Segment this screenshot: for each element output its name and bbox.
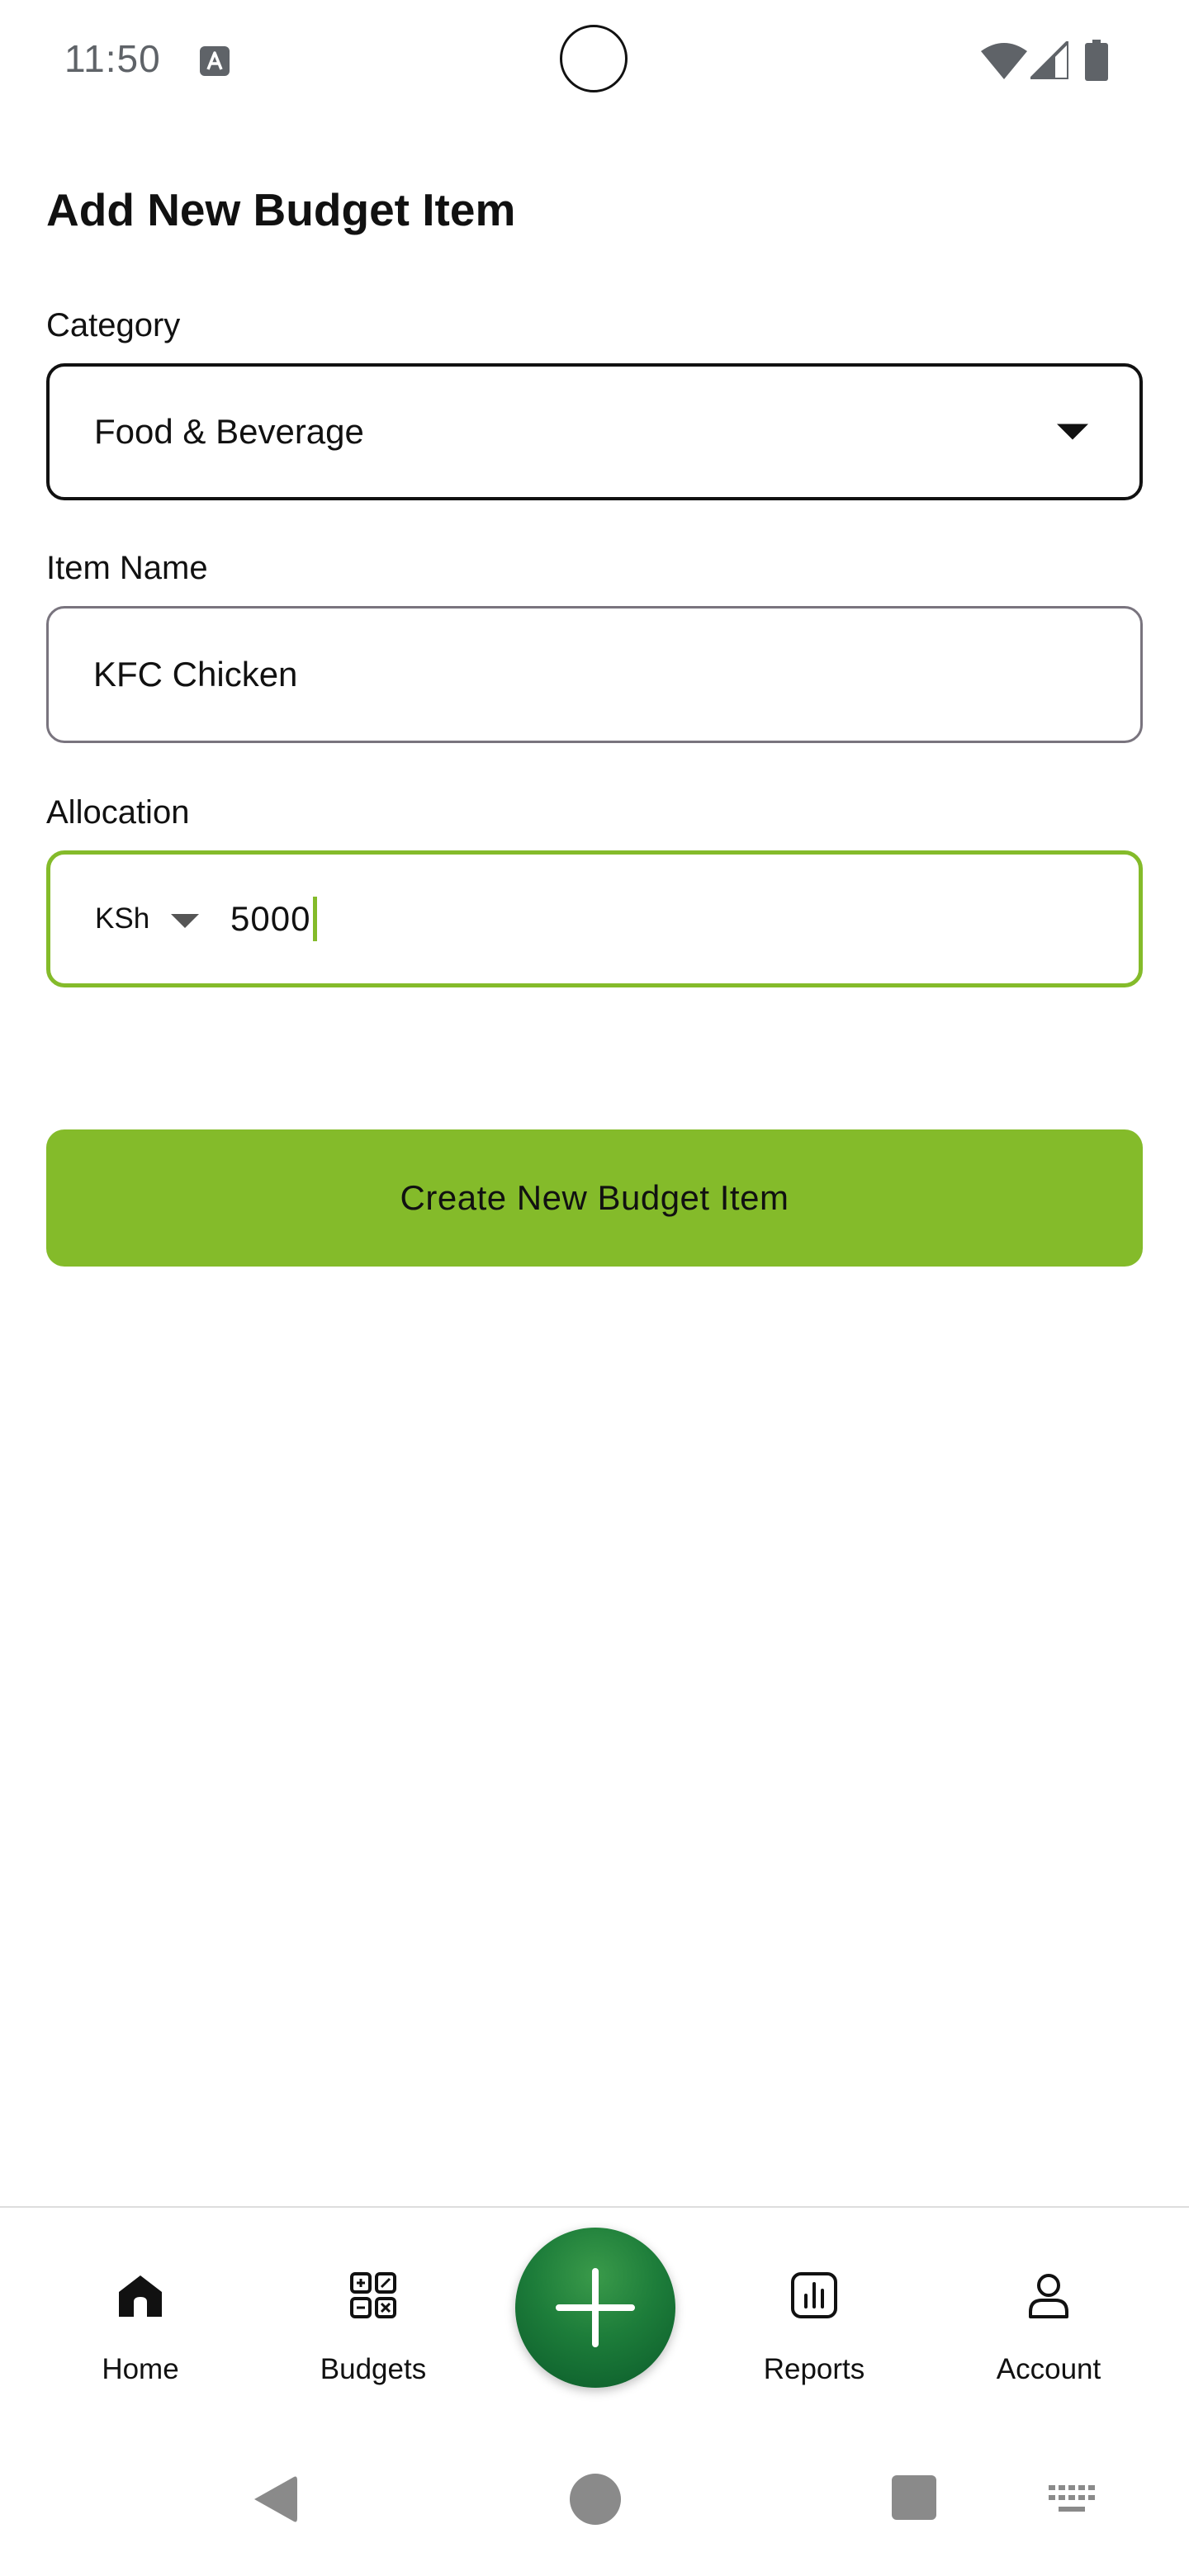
page-title: Add New Budget Item <box>46 184 516 235</box>
keyboard-icon[interactable] <box>1049 2485 1095 2513</box>
nav-reports-label: Reports <box>763 2353 865 2385</box>
allocation-label: Allocation <box>46 794 190 831</box>
wifi-icon <box>981 43 1027 79</box>
text-cursor <box>313 897 318 941</box>
status-bar: 11:50 <box>0 0 1189 124</box>
allocation-field[interactable]: KSh 5000 <box>46 850 1143 987</box>
font-a-icon <box>200 46 230 76</box>
camera-cutout <box>560 25 628 92</box>
category-label: Category <box>46 307 181 343</box>
nav-account[interactable]: Account <box>966 2208 1131 2406</box>
back-icon[interactable] <box>249 2474 299 2525</box>
home-circle-icon[interactable] <box>570 2474 621 2525</box>
signal-icon <box>1030 41 1068 79</box>
create-budget-item-button[interactable]: Create New Budget Item <box>46 1129 1143 1267</box>
dropdown-arrow-icon <box>1057 424 1088 440</box>
item-name-field[interactable]: KFC Chicken <box>46 606 1143 743</box>
add-fab-button[interactable] <box>515 2228 675 2388</box>
home-icon <box>119 2275 162 2317</box>
item-name-label: Item Name <box>46 550 208 586</box>
nav-home[interactable]: Home <box>58 2208 223 2406</box>
nav-budgets-label: Budgets <box>320 2353 427 2385</box>
nav-account-label: Account <box>996 2353 1101 2385</box>
category-selected-value: Food & Beverage <box>94 412 364 451</box>
battery-icon <box>1085 40 1108 81</box>
item-name-value: KFC Chicken <box>93 655 298 694</box>
person-icon <box>1029 2274 1068 2318</box>
status-time: 11:50 <box>64 37 161 80</box>
plus-icon <box>556 2268 635 2347</box>
budgets-grid-icon <box>350 2272 396 2318</box>
nav-budgets[interactable]: Budgets <box>291 2208 456 2406</box>
currency-label: KSh <box>95 902 150 935</box>
bar-chart-icon <box>791 2272 837 2318</box>
allocation-amount-input[interactable]: 5000 <box>230 897 318 941</box>
recents-icon[interactable] <box>892 2475 936 2520</box>
nav-reports[interactable]: Reports <box>732 2208 897 2406</box>
allocation-amount-value: 5000 <box>230 899 311 938</box>
category-dropdown[interactable]: Food & Beverage <box>46 363 1143 500</box>
nav-home-label: Home <box>102 2353 179 2385</box>
currency-selector[interactable]: KSh <box>95 902 200 935</box>
currency-dropdown-arrow-icon <box>171 913 200 928</box>
